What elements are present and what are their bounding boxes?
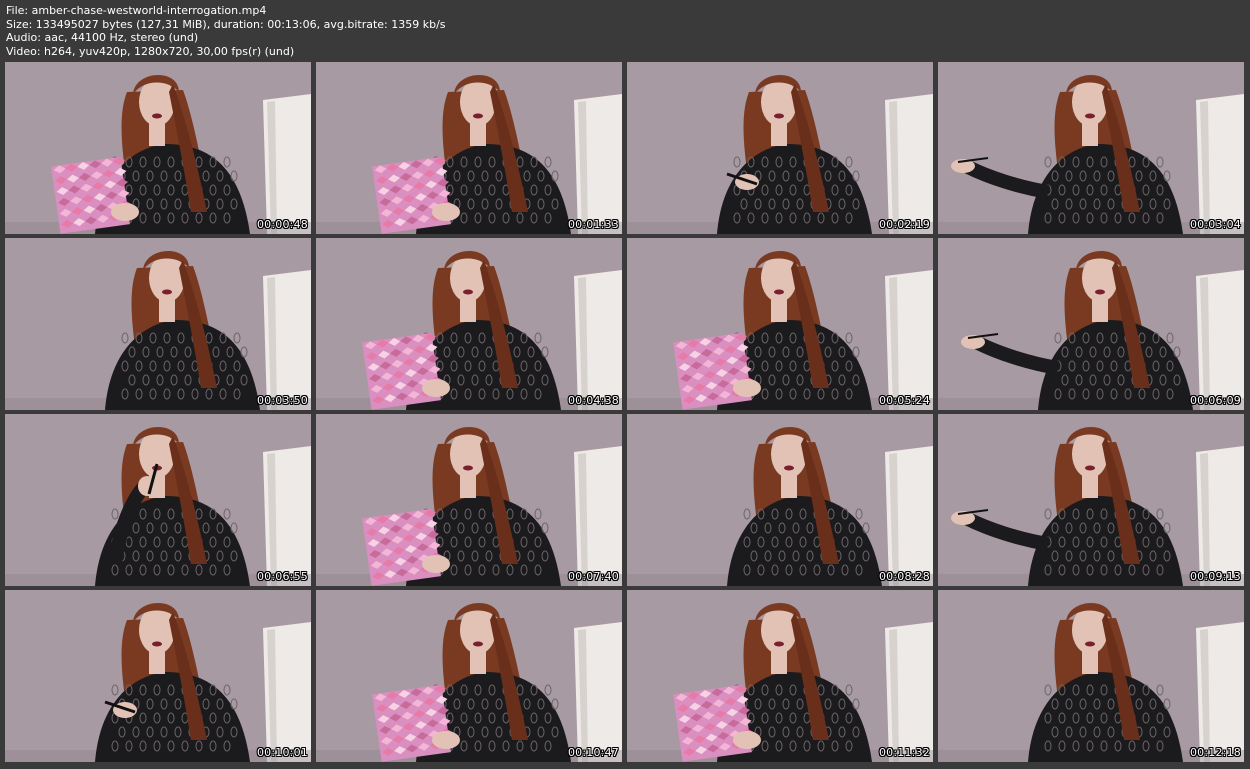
video-frame-image	[938, 62, 1244, 234]
frame-timestamp: 00:09:13	[1189, 570, 1241, 583]
frame-timestamp: 00:00:48	[256, 218, 308, 231]
video-frame-image	[316, 238, 622, 410]
frame-timestamp: 00:03:50	[256, 394, 308, 407]
frame-timestamp: 00:05:24	[878, 394, 930, 407]
frame-timestamp: 00:10:47	[567, 746, 619, 759]
thumbnail-frame: 00:11:32	[627, 590, 933, 762]
thumbnail-frame: 00:01:33	[316, 62, 622, 234]
video-frame-image	[316, 590, 622, 762]
frame-timestamp: 00:02:19	[878, 218, 930, 231]
thumbnail-frame: 00:03:04	[938, 62, 1244, 234]
frame-timestamp: 00:03:04	[1189, 218, 1241, 231]
thumbnail-frame: 00:07:40	[316, 414, 622, 586]
thumbnail-frame: 00:06:55	[5, 414, 311, 586]
video-frame-image	[627, 62, 933, 234]
video-frame-image	[627, 414, 933, 586]
thumbnail-frame: 00:02:19	[627, 62, 933, 234]
video-frame-image	[316, 62, 622, 234]
video-frame-image	[938, 238, 1244, 410]
video-frame-image	[5, 238, 311, 410]
frame-timestamp: 00:11:32	[878, 746, 930, 759]
video-frame-image	[5, 414, 311, 586]
video-frame-image	[627, 238, 933, 410]
video-frame-image	[938, 590, 1244, 762]
frame-timestamp: 00:08:28	[878, 570, 930, 583]
thumbnail-frame: 00:05:24	[627, 238, 933, 410]
thumbnail-frame: 00:10:01	[5, 590, 311, 762]
thumbnail-frame: 00:12:18	[938, 590, 1244, 762]
thumbnail-frame: 00:10:47	[316, 590, 622, 762]
frame-timestamp: 00:06:55	[256, 570, 308, 583]
thumbnail-frame: 00:06:09	[938, 238, 1244, 410]
frame-timestamp: 00:06:09	[1189, 394, 1241, 407]
frame-timestamp: 00:12:18	[1189, 746, 1241, 759]
video-frame-image	[5, 590, 311, 762]
thumbnail-frame: 00:08:28	[627, 414, 933, 586]
frame-timestamp: 00:01:33	[567, 218, 619, 231]
video-frame-image	[316, 414, 622, 586]
frame-timestamp: 00:04:38	[567, 394, 619, 407]
thumbnail-frame: 00:04:38	[316, 238, 622, 410]
video-frame-image	[938, 414, 1244, 586]
frame-timestamp: 00:07:40	[567, 570, 619, 583]
video-frame-image	[627, 590, 933, 762]
frame-timestamp: 00:10:01	[256, 746, 308, 759]
thumbnail-frame: 00:09:13	[938, 414, 1244, 586]
thumbnail-frame: 00:03:50	[5, 238, 311, 410]
thumbnail-grid: 00:00:48 00:01:33 00:02:19 00:03:04 00:03:50…	[0, 0, 1250, 769]
video-frame-image	[5, 62, 311, 234]
thumbnail-frame: 00:00:48	[5, 62, 311, 234]
